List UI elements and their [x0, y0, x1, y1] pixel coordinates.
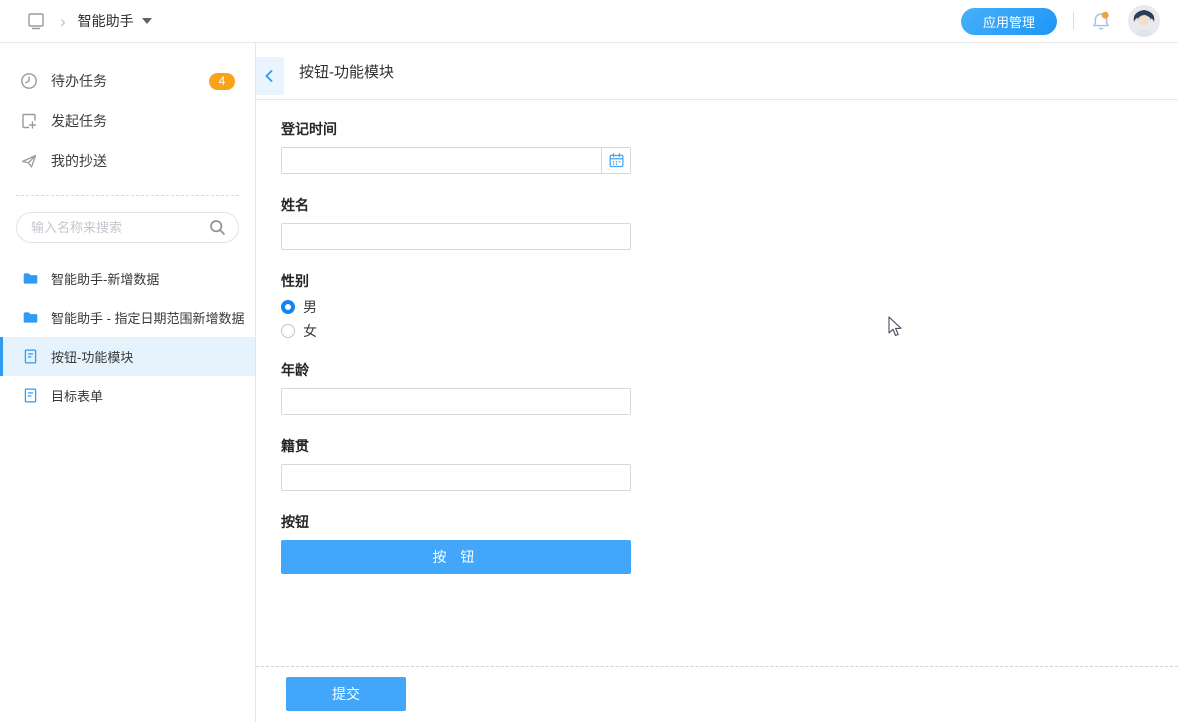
notification-bell-icon[interactable]: [1090, 10, 1112, 32]
field-name: 姓名: [281, 197, 631, 250]
form-icon: [22, 387, 39, 404]
radio-unselected-icon[interactable]: [281, 324, 295, 338]
field-gender: 性别 男 女: [281, 273, 631, 339]
field-age: 年龄: [281, 362, 631, 415]
todo-count-badge: 4: [209, 73, 235, 90]
app-manage-button[interactable]: 应用管理: [961, 8, 1057, 35]
field-action-button: 按钮 按 钮: [281, 514, 631, 574]
user-avatar[interactable]: [1128, 5, 1160, 37]
register-time-input[interactable]: [282, 148, 601, 173]
age-input[interactable]: [281, 388, 631, 415]
sidebar-item-todo-tasks[interactable]: 待办任务 4: [0, 61, 255, 101]
breadcrumb-app-name[interactable]: 智能助手: [78, 11, 134, 31]
radio-option-male[interactable]: 男: [281, 299, 631, 315]
field-label: 按钮: [281, 514, 631, 530]
radio-label: 女: [303, 321, 317, 341]
form-action-button[interactable]: 按 钮: [281, 540, 631, 574]
breadcrumb-separator: ›: [60, 13, 66, 30]
field-register-time: 登记时间: [281, 121, 631, 174]
date-input-group: [281, 147, 631, 174]
field-label: 登记时间: [281, 121, 631, 137]
native-place-input[interactable]: [281, 464, 631, 491]
tree-item-label: 目标表单: [51, 386, 103, 405]
radio-label: 男: [303, 297, 317, 317]
topbar: › 智能助手 应用管理: [0, 0, 1178, 43]
form-footer: 提交: [256, 666, 1178, 722]
tree-item-label: 按钮-功能模块: [51, 347, 133, 366]
tree-item-form-button-module[interactable]: 按钮-功能模块: [0, 337, 255, 376]
field-native-place: 籍贯: [281, 438, 631, 491]
search-input[interactable]: [31, 220, 209, 235]
radio-selected-icon[interactable]: [281, 300, 295, 314]
form-header: 按钮-功能模块: [256, 43, 1178, 100]
back-button[interactable]: [256, 57, 284, 95]
clock-icon: [20, 72, 38, 90]
search-icon[interactable]: [209, 219, 226, 236]
field-label: 年龄: [281, 362, 631, 378]
sidebar-item-my-cc[interactable]: 我的抄送: [0, 141, 255, 181]
form-content: 登记时间: [256, 100, 1178, 666]
form-tree: 智能助手-新增数据 智能助手 - 指定日期范围新增数据: [0, 259, 255, 415]
tree-item-folder[interactable]: 智能助手 - 指定日期范围新增数据: [0, 298, 255, 337]
create-task-icon: [20, 112, 38, 130]
tree-item-folder[interactable]: 智能助手-新增数据: [0, 259, 255, 298]
sidebar: 待办任务 4 发起任务 我的抄送: [0, 43, 256, 722]
workspace-icon[interactable]: [26, 11, 46, 31]
field-label: 性别: [281, 273, 631, 289]
calendar-icon[interactable]: [601, 148, 630, 173]
page-title: 按钮-功能模块: [299, 61, 394, 82]
chevron-down-icon[interactable]: [142, 18, 152, 24]
tree-item-label: 智能助手-新增数据: [51, 269, 159, 288]
field-label: 籍贯: [281, 438, 631, 454]
sidebar-item-label: 我的抄送: [51, 151, 107, 171]
main-panel: 按钮-功能模块 登记时间: [256, 43, 1178, 722]
form-icon: [22, 348, 39, 365]
topbar-divider: [1073, 12, 1074, 30]
radio-option-female[interactable]: 女: [281, 323, 631, 339]
sidebar-item-create-task[interactable]: 发起任务: [0, 101, 255, 141]
sidebar-item-label: 发起任务: [51, 111, 107, 131]
sidebar-divider: [16, 195, 239, 196]
folder-icon: [22, 270, 39, 287]
tree-item-label: 智能助手 - 指定日期范围新增数据: [51, 308, 245, 327]
cc-send-icon: [20, 152, 38, 170]
sidebar-item-label: 待办任务: [51, 71, 107, 91]
name-input[interactable]: [281, 223, 631, 250]
tree-item-target-form[interactable]: 目标表单: [0, 376, 255, 415]
field-label: 姓名: [281, 197, 631, 213]
folder-icon: [22, 309, 39, 326]
submit-button[interactable]: 提交: [286, 677, 406, 711]
sidebar-search: [16, 212, 239, 243]
